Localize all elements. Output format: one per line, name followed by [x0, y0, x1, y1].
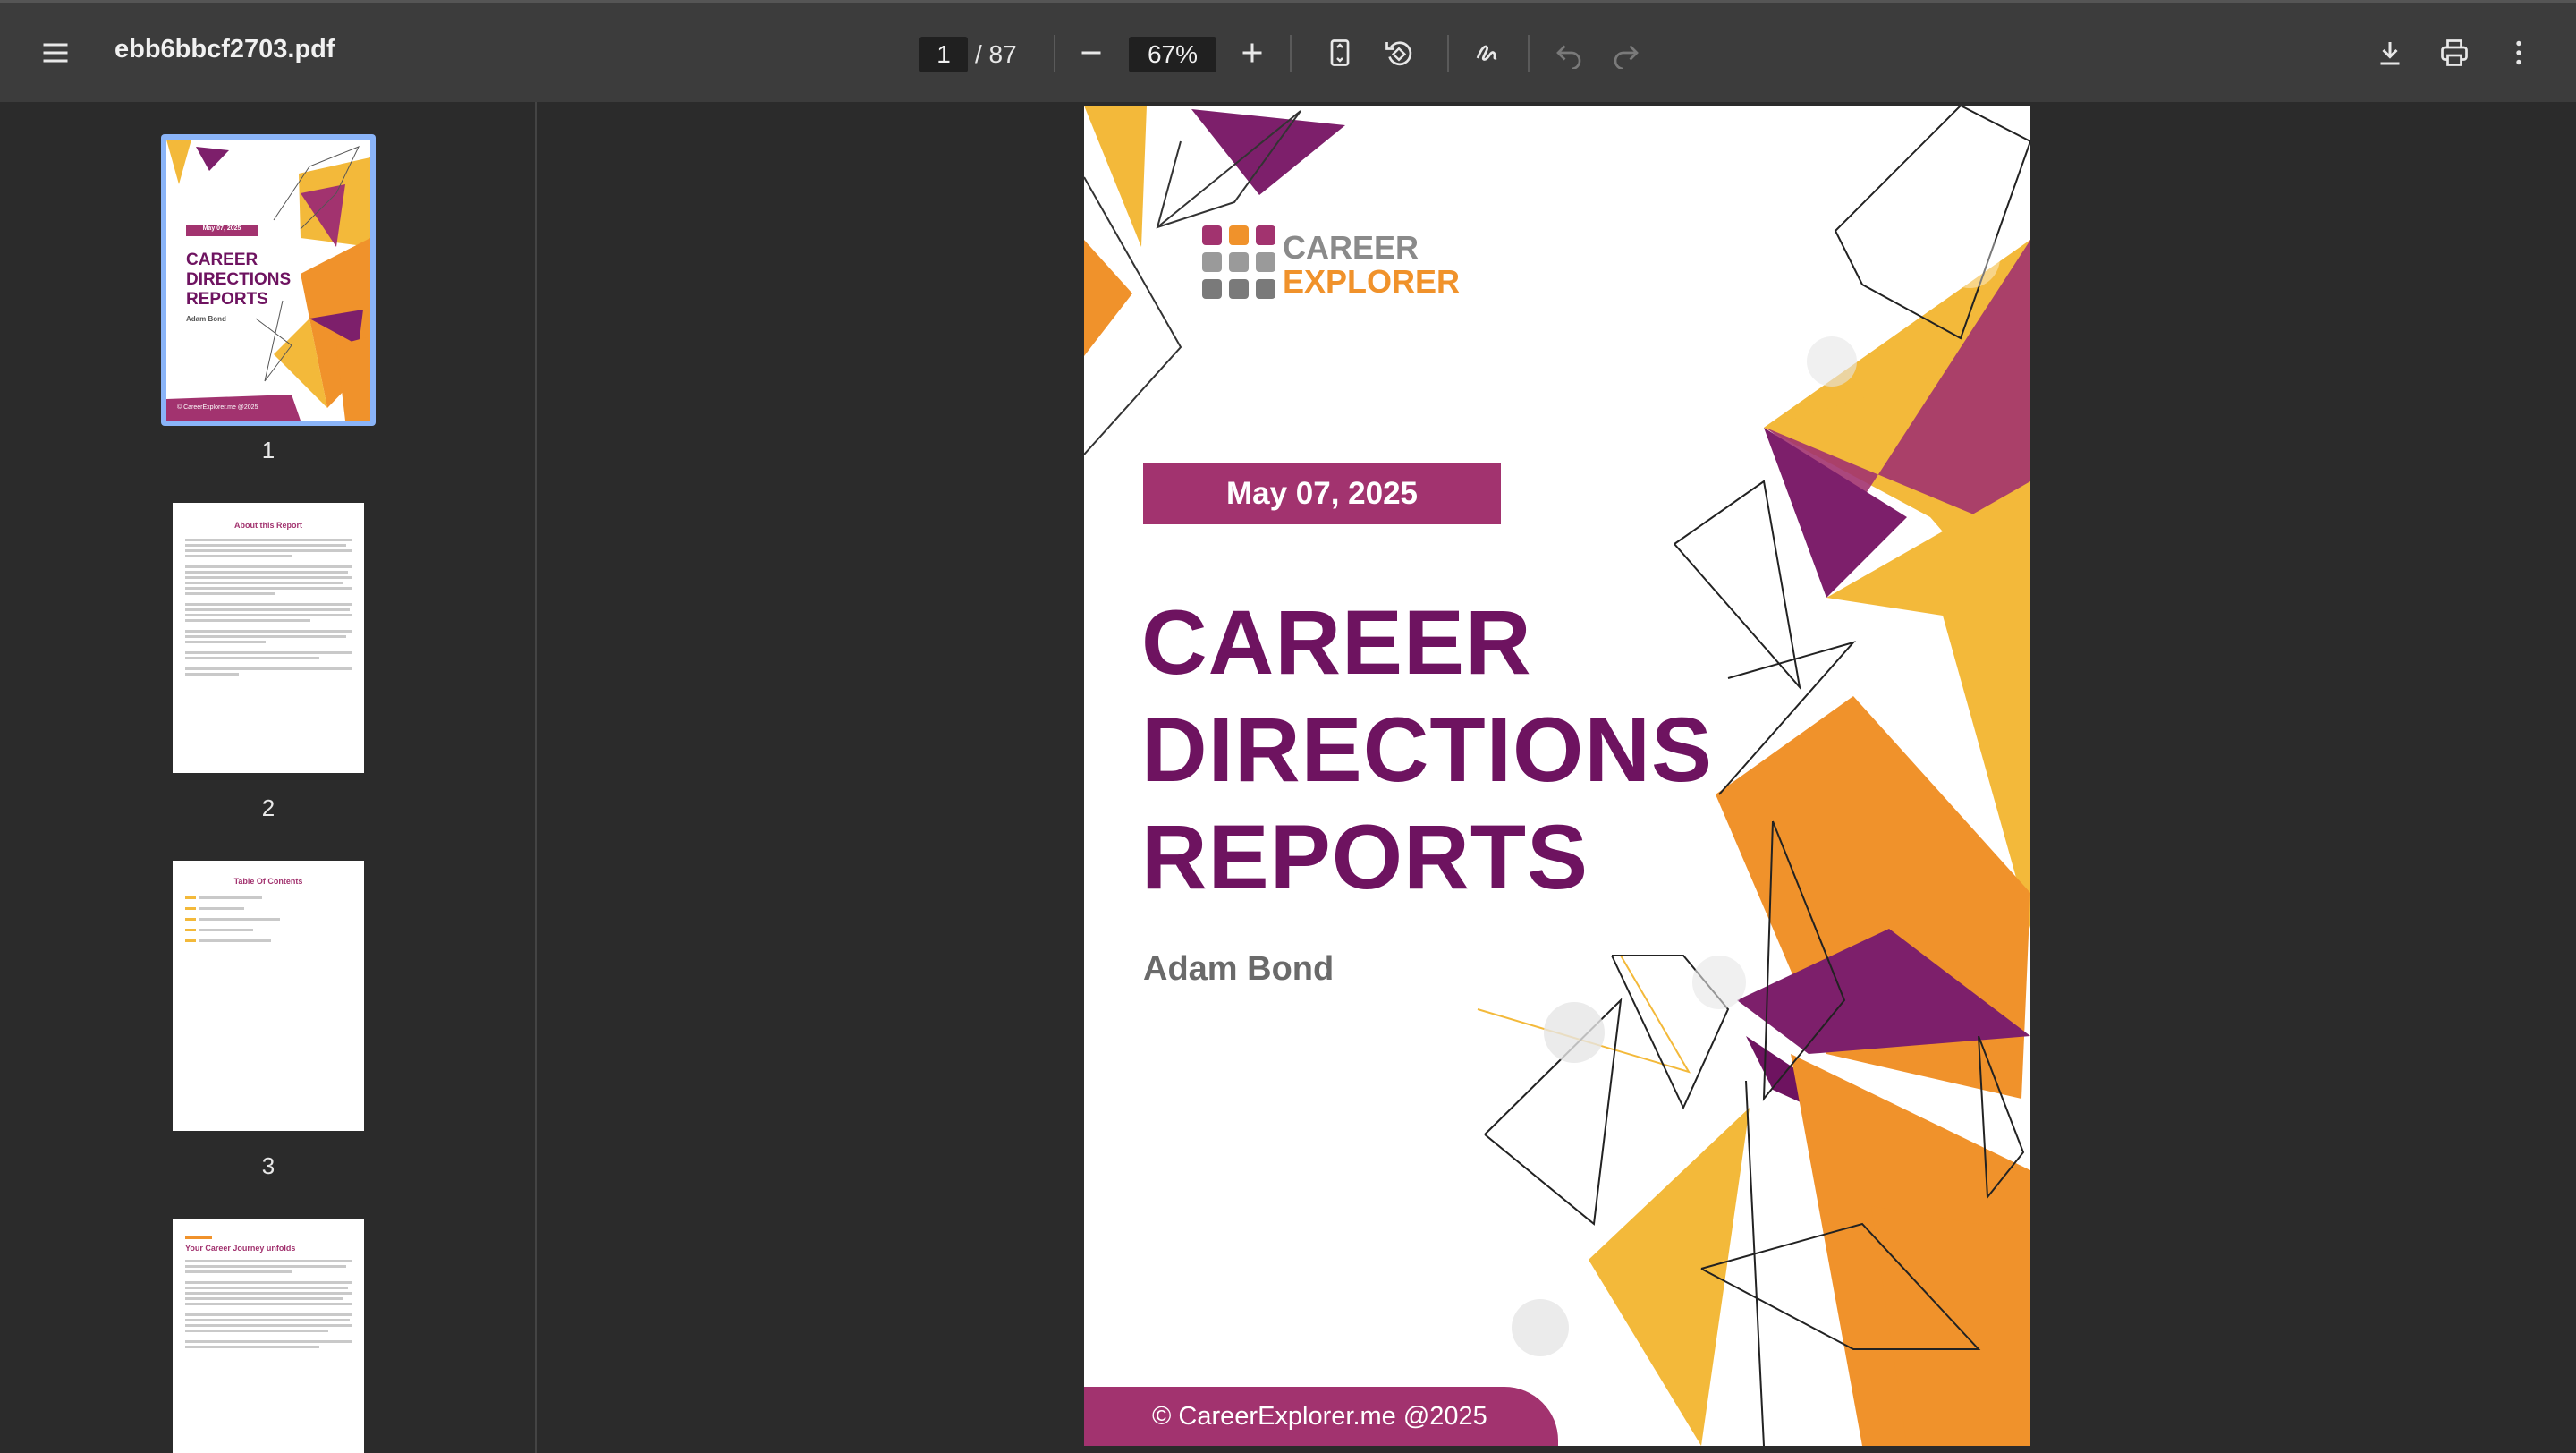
toc-marker — [185, 939, 196, 942]
text-line — [185, 1260, 352, 1262]
thumb4-heading: Your Career Journey unfolds — [185, 1244, 296, 1253]
text-line — [185, 1281, 352, 1284]
toolbar-divider — [1447, 35, 1449, 72]
print-icon[interactable] — [2426, 24, 2483, 81]
text-line — [185, 657, 319, 659]
text-line — [185, 1319, 350, 1321]
text-line — [185, 1287, 348, 1289]
toc-line — [199, 907, 244, 910]
report-title-line-1: CAREER — [1141, 591, 1532, 693]
text-line — [185, 1346, 319, 1348]
text-line — [185, 539, 352, 541]
download-icon[interactable] — [2361, 24, 2419, 81]
text-line — [185, 641, 266, 643]
text-line — [185, 651, 352, 654]
toolbar-divider — [1528, 35, 1530, 72]
logo-text-explorer: EXPLORER — [1283, 263, 1461, 300]
toc-line — [199, 918, 280, 921]
thumbnail-page-1[interactable]: May 07, 2025 CAREER DIRECTIONS REPORTS A… — [166, 140, 370, 421]
text-line — [185, 667, 352, 670]
text-line — [185, 1330, 328, 1332]
text-line — [185, 587, 352, 590]
page-number-input[interactable]: 1 — [919, 37, 968, 72]
rotate-icon[interactable] — [1370, 24, 1428, 81]
footer-copyright: © CareerExplorer.me @2025 — [1152, 1401, 1487, 1431]
menu-icon[interactable] — [27, 24, 84, 81]
file-name: ebb6bbcf2703.pdf — [114, 35, 335, 64]
text-line — [185, 1236, 212, 1239]
text-line — [185, 1340, 352, 1343]
thumbnail-page-number: 3 — [261, 1152, 275, 1179]
text-line — [185, 1297, 343, 1300]
more-options-icon[interactable] — [2490, 24, 2547, 81]
toc-line — [199, 896, 262, 899]
toc-marker — [185, 918, 196, 921]
text-line — [185, 630, 352, 633]
text-line — [185, 673, 239, 676]
text-line — [185, 582, 343, 584]
thumb3-heading: Table Of Contents — [233, 877, 303, 886]
undo-icon[interactable] — [1540, 24, 1597, 81]
zoom-level-input[interactable]: 67% — [1129, 37, 1216, 72]
page-total: / 87 — [975, 40, 1017, 68]
report-date: May 07, 2025 — [1143, 463, 1501, 524]
toc-line — [199, 929, 253, 931]
text-line — [185, 603, 352, 606]
thumb2-heading: About this Report — [234, 521, 302, 530]
thumb1-title-line: DIRECTIONS — [186, 270, 292, 289]
text-line — [185, 565, 352, 568]
report-title: CAREER DIRECTIONS REPORTS — [1141, 589, 1713, 911]
thumbnail-page-number: 1 — [261, 437, 275, 463]
thumbnail-sidebar[interactable]: May 07, 2025 CAREER DIRECTIONS REPORTS A… — [0, 102, 537, 1453]
thumbnail-page-number: 2 — [261, 794, 275, 821]
text-line — [185, 1270, 292, 1273]
thumb1-title-line: CAREER — [186, 251, 258, 269]
thumb1-title: CAREER DIRECTIONS REPORTS — [186, 251, 291, 310]
pdf-toolbar: ebb6bbcf2703.pdf 1 / 87 67% — [0, 0, 2576, 102]
thumb1-author: Adam Bond — [186, 315, 226, 323]
document-viewer[interactable]: CAREER EXPLORER May 07, 2025 CAREER DIRE… — [538, 102, 2576, 1453]
toolbar-divider — [1054, 35, 1055, 72]
toc-marker — [185, 929, 196, 931]
text-line — [185, 1292, 352, 1295]
career-explorer-logo-icon — [1202, 225, 1275, 299]
text-line — [185, 1324, 352, 1327]
report-title-line-2: DIRECTIONS — [1141, 699, 1714, 801]
text-line — [185, 555, 292, 557]
redo-icon[interactable] — [1597, 24, 1655, 81]
logo-text-career: CAREER — [1283, 229, 1419, 266]
text-line — [185, 1313, 352, 1316]
zoom-in-icon[interactable] — [1224, 24, 1281, 81]
text-line — [185, 619, 310, 622]
text-line — [185, 576, 352, 579]
toc-marker — [185, 907, 196, 910]
text-line — [185, 592, 275, 595]
report-title-line-3: REPORTS — [1141, 806, 1589, 908]
thumbnail-page-4[interactable]: Your Career Journey unfolds — [173, 1219, 364, 1453]
text-line — [185, 571, 348, 574]
text-line — [185, 608, 350, 611]
toolbar-divider — [1290, 35, 1292, 72]
pdf-page-1: CAREER EXPLORER May 07, 2025 CAREER DIRE… — [1084, 106, 2030, 1446]
thumbnail-page-3[interactable]: Table Of Contents — [173, 861, 364, 1131]
thumb1-date: May 07, 2025 — [202, 225, 242, 232]
thumbnail-page-2[interactable]: About this Report — [173, 503, 364, 773]
zoom-out-icon[interactable] — [1063, 24, 1120, 81]
thumb1-footer: © CareerExplorer.me @2025 — [177, 404, 258, 411]
page-footer: © CareerExplorer.me @2025 — [1084, 1387, 1558, 1446]
annotate-icon[interactable] — [1460, 24, 1517, 81]
text-line — [185, 1303, 352, 1305]
text-line — [185, 635, 346, 638]
toc-marker — [185, 896, 196, 899]
report-author: Adam Bond — [1143, 950, 1335, 988]
text-line — [185, 549, 352, 552]
text-line — [185, 544, 346, 547]
thumb1-title-line: REPORTS — [186, 290, 268, 309]
toc-line — [199, 939, 271, 942]
text-line — [185, 1265, 346, 1268]
fit-page-icon[interactable] — [1311, 24, 1368, 81]
text-line — [185, 614, 352, 616]
